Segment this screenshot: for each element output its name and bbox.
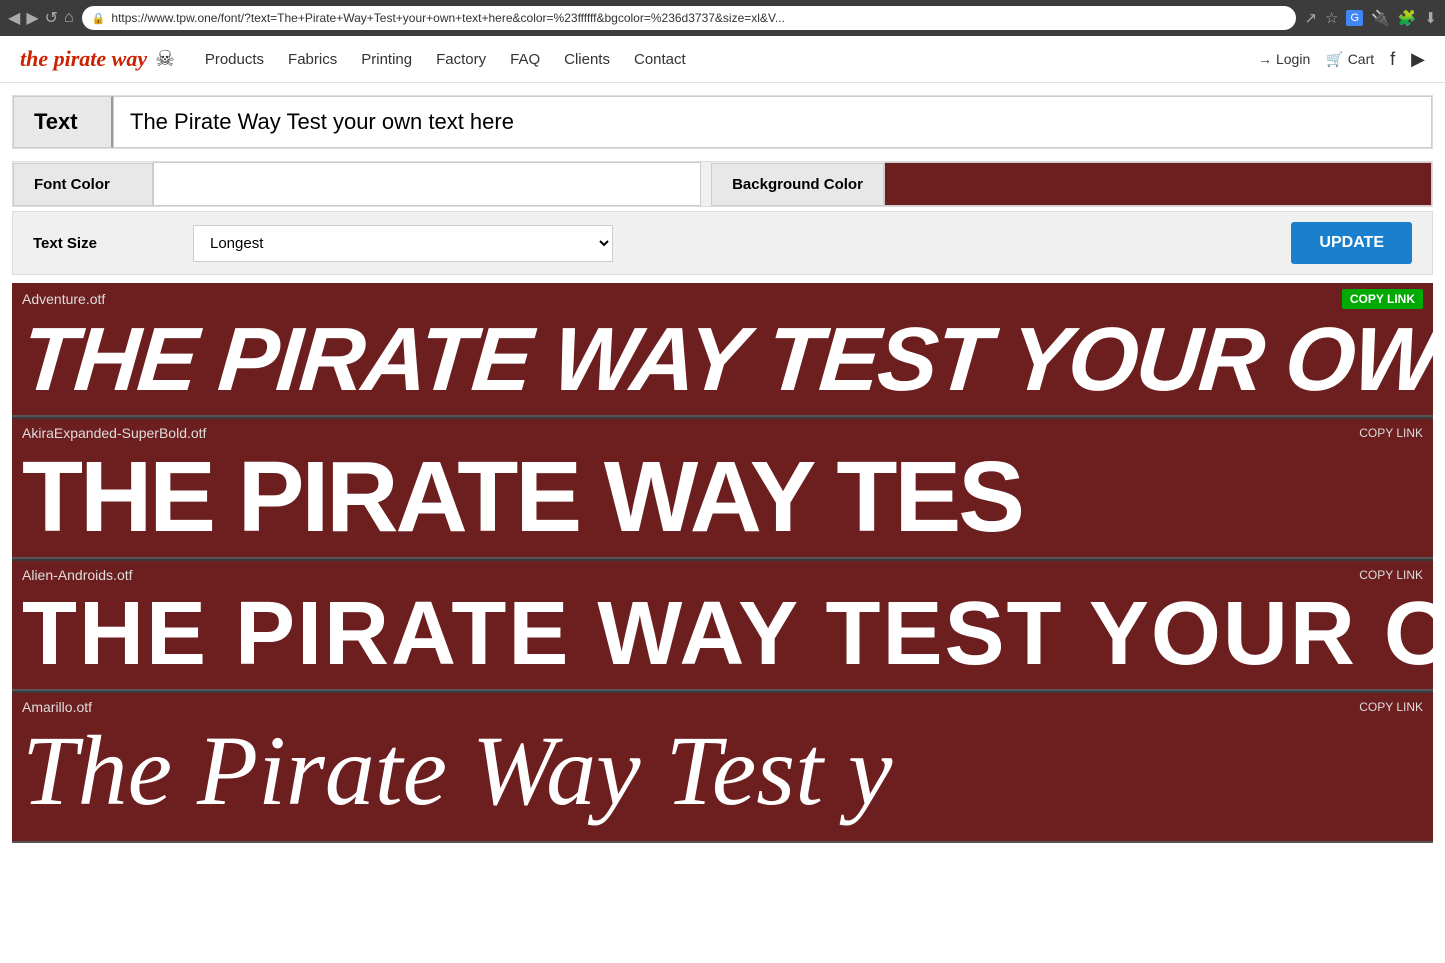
font-preview-text-amarillo: The Pirate Way Test y — [22, 721, 892, 826]
font-color-input[interactable] — [153, 162, 701, 206]
site-wrapper: the pirate way ☠ Products Fabrics Printi… — [0, 36, 1445, 963]
font-section-alien: Alien-Androids.otf COPY LINK THE PIRATE … — [12, 561, 1433, 691]
font-section-adventure: Adventure.otf COPY LINK THE PIRATE WAY T… — [12, 283, 1433, 417]
address-bar[interactable]: 🔒 https://www.tpw.one/font/?text=The+Pir… — [82, 6, 1297, 30]
copy-link-akira[interactable]: COPY LINK — [1359, 426, 1423, 440]
facebook-icon[interactable]: f — [1390, 49, 1395, 70]
font-section-amarillo: Amarillo.otf COPY LINK The Pirate Way Te… — [12, 693, 1433, 843]
font-name-alien: Alien-Androids.otf — [22, 567, 133, 583]
text-size-select[interactable]: Longest Large Medium Small XL — [193, 225, 613, 262]
cart-icon: 🛒 — [1326, 51, 1343, 68]
text-input-section: Text — [12, 95, 1433, 149]
logo-area: the pirate way ☠ — [20, 46, 175, 72]
font-name-amarillo: Amarillo.otf — [22, 699, 92, 715]
font-color-label: Font Color — [13, 163, 153, 206]
update-button[interactable]: UPDATE — [1291, 222, 1412, 264]
font-section-header-amarillo: Amarillo.otf COPY LINK — [12, 693, 1433, 721]
font-preview-amarillo: The Pirate Way Test y — [12, 721, 1433, 831]
youtube-icon[interactable]: ▶ — [1411, 49, 1425, 70]
skull-icon: ☠ — [155, 46, 175, 72]
nav-fabrics[interactable]: Fabrics — [288, 51, 337, 68]
text-label: Text — [13, 96, 113, 148]
browser-actions: ↗ ☆ G 🔌 🧩 ⬇ — [1304, 9, 1437, 27]
nav-factory[interactable]: Factory — [436, 51, 486, 68]
site-header: the pirate way ☠ Products Fabrics Printi… — [0, 36, 1445, 83]
main-content: Text Font Color Background Color Text Si… — [0, 95, 1445, 843]
font-preview-akira: THE PIRATE WAY TES — [12, 447, 1433, 557]
font-preview-text-alien: THE PIRATE WAY TEST YOUR OWN — [22, 589, 1433, 684]
nav-products[interactable]: Products — [205, 51, 264, 68]
browser-nav-icons: ◀ ▶ ↺ ⌂ — [8, 8, 74, 28]
font-name-akira: AkiraExpanded-SuperBold.otf — [22, 425, 206, 441]
nav-faq[interactable]: FAQ — [510, 51, 540, 68]
nav-printing[interactable]: Printing — [361, 51, 412, 68]
url-text: https://www.tpw.one/font/?text=The+Pirat… — [111, 11, 1286, 25]
nav-clients[interactable]: Clients — [564, 51, 610, 68]
lock-icon: 🔒 — [92, 12, 106, 25]
size-controls: Text Size Longest Large Medium Small XL … — [12, 211, 1433, 275]
text-input[interactable] — [113, 96, 1432, 148]
refresh-button[interactable]: ↺ — [45, 8, 58, 28]
extension-icon[interactable]: 🔌 — [1371, 9, 1390, 27]
cart-label: Cart — [1348, 51, 1374, 67]
login-arrow-icon: → — [1258, 51, 1272, 67]
share-icon[interactable]: ↗ — [1304, 9, 1317, 27]
font-preview-adventure: THE PIRATE WAY TEST YOUR OWN TEXT H — [12, 315, 1433, 415]
puzzle-icon[interactable]: 🧩 — [1398, 9, 1417, 27]
home-button[interactable]: ⌂ — [64, 9, 74, 27]
color-row: Font Color Background Color — [13, 162, 1432, 206]
cart-button[interactable]: 🛒 Cart — [1326, 51, 1374, 68]
font-preview-text-adventure: THE PIRATE WAY TEST YOUR OWN TEXT H — [18, 315, 1433, 405]
translate-icon[interactable]: G — [1346, 10, 1363, 26]
copy-link-adventure[interactable]: COPY LINK — [1342, 289, 1423, 309]
bg-color-label: Background Color — [711, 163, 884, 206]
browser-chrome: ◀ ▶ ↺ ⌂ 🔒 https://www.tpw.one/font/?text… — [0, 0, 1445, 36]
text-size-label: Text Size — [33, 235, 193, 252]
download-icon[interactable]: ⬇ — [1424, 9, 1437, 27]
bg-color-input[interactable] — [884, 162, 1432, 206]
color-controls: Font Color Background Color — [12, 161, 1433, 207]
copy-link-amarillo[interactable]: COPY LINK — [1359, 700, 1423, 714]
logo-text: the pirate way — [20, 46, 147, 72]
font-previews: Adventure.otf COPY LINK THE PIRATE WAY T… — [12, 283, 1433, 843]
font-section-header-adventure: Adventure.otf COPY LINK — [12, 283, 1433, 315]
copy-link-alien[interactable]: COPY LINK — [1359, 568, 1423, 582]
login-label: Login — [1276, 51, 1310, 67]
font-section-header-akira: AkiraExpanded-SuperBold.otf COPY LINK — [12, 419, 1433, 447]
header-actions: → Login 🛒 Cart f ▶ — [1258, 49, 1425, 70]
font-section-header-alien: Alien-Androids.otf COPY LINK — [12, 561, 1433, 589]
font-preview-text-akira: THE PIRATE WAY TES — [22, 447, 1022, 553]
main-nav: Products Fabrics Printing Factory FAQ Cl… — [205, 51, 1258, 68]
font-name-adventure: Adventure.otf — [22, 291, 105, 307]
font-section-akira: AkiraExpanded-SuperBold.otf COPY LINK TH… — [12, 419, 1433, 559]
font-preview-alien: THE PIRATE WAY TEST YOUR OWN — [12, 589, 1433, 689]
forward-button[interactable]: ▶ — [26, 8, 38, 28]
star-icon[interactable]: ☆ — [1325, 9, 1338, 27]
nav-contact[interactable]: Contact — [634, 51, 686, 68]
login-button[interactable]: → Login — [1258, 51, 1310, 67]
back-button[interactable]: ◀ — [8, 8, 20, 28]
